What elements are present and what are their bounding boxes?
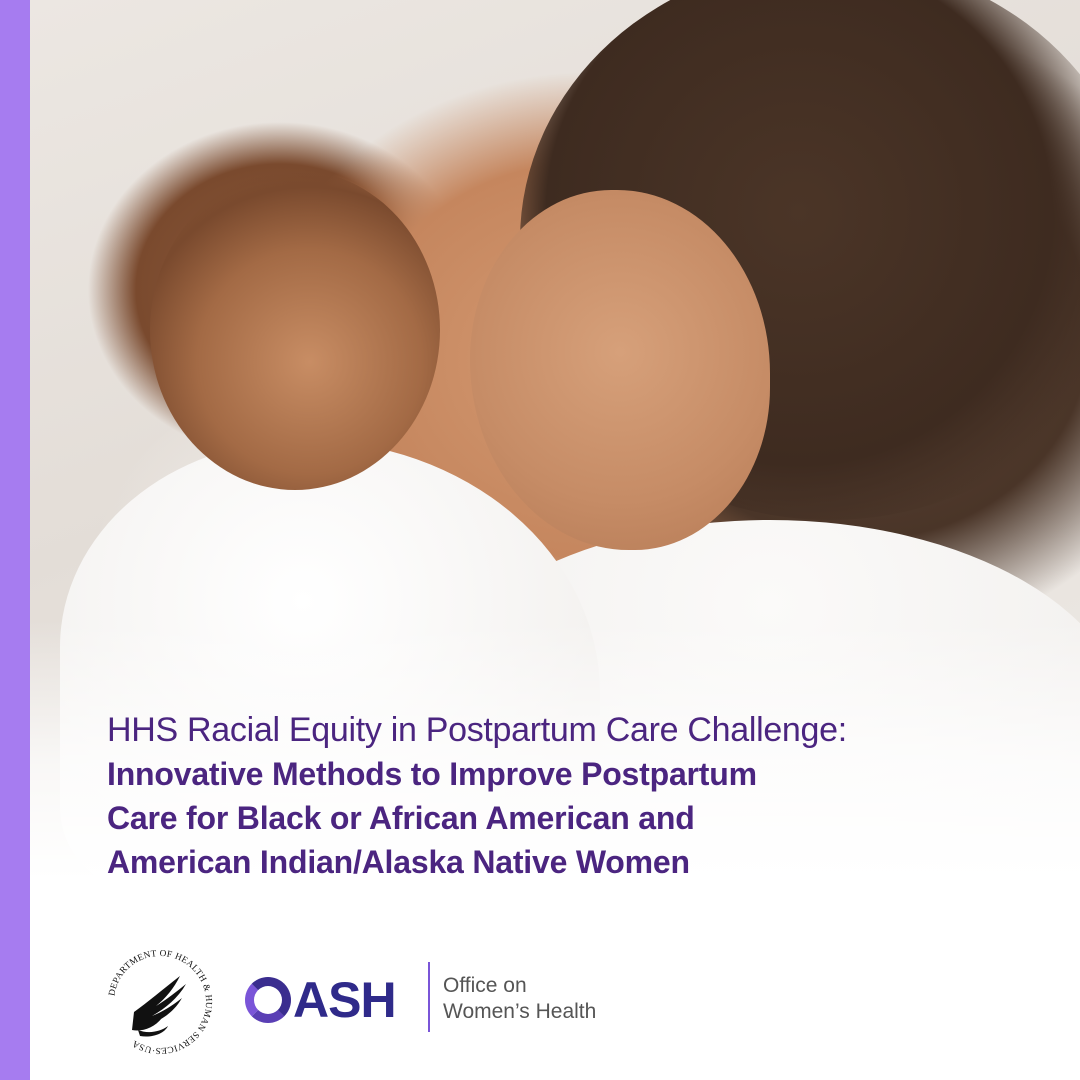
oash-logo-text: ASH <box>293 972 397 1028</box>
logo-divider <box>428 962 430 1032</box>
headline-title: HHS Racial Equity in Postpartum Care Cha… <box>107 711 847 749</box>
headline-subtitle-line-3: American Indian/Alaska Native Women <box>107 844 690 880</box>
owh-line-2: Women’s Health <box>443 1000 597 1023</box>
oash-logo: ASH <box>245 970 397 1030</box>
eagle-icon <box>132 976 186 1037</box>
accent-bar <box>0 0 30 1080</box>
headline-subtitle-line-2: Care for Black or African American and <box>107 800 695 836</box>
hhs-seal-logo: DEPARTMENT OF HEALTH & HUMAN SERVICES·US… <box>106 948 213 1056</box>
headline-subtitle-line-1: Innovative Methods to Improve Postpartum <box>107 756 757 792</box>
oash-o-icon <box>245 977 291 1023</box>
owh-logo: Office on Women’s Health <box>443 973 596 1025</box>
logo-row: DEPARTMENT OF HEALTH & HUMAN SERVICES·US… <box>100 940 700 1060</box>
owh-line-1: Office on <box>443 974 527 997</box>
photo-mother-face-region <box>470 190 770 550</box>
headline: HHS Racial Equity in Postpartum Care Cha… <box>107 708 987 884</box>
photo-baby-head-region <box>150 170 440 490</box>
